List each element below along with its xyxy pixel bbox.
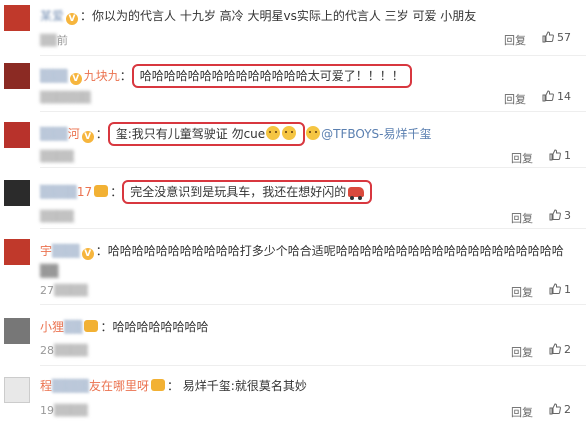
comment-line: ▒▒▒河 V：玺:我只有儿童驾驶证 勿cue @TFBOYS-易烊千玺 (40, 122, 432, 146)
like-count: 2 (564, 403, 571, 416)
like-button[interactable]: 14 (542, 90, 571, 103)
comment-item: 某爱 V ：你以为的代言人 十九岁 高冷 大明星vs实际上的代言人 三岁 可爱 小朋… (0, 0, 586, 55)
thumbs-up-icon (549, 403, 561, 415)
emoji-icon (266, 126, 281, 140)
comment-line: 某爱 V ：你以为的代言人 十九岁 高冷 大明星vs实际上的代言人 三岁 可爱 小朋… (40, 9, 477, 25)
comment-line: 宇▒▒▒ V ：哈哈哈哈哈哈哈哈哈哈哈打多少个哈合适呢哈哈哈哈哈哈哈哈哈哈哈哈哈哈哈… (40, 244, 564, 278)
crown-badge-icon (84, 320, 99, 332)
username-link[interactable]: 17 (77, 185, 92, 199)
highlighted-comment-text: 玺:我只有儿童驾驶证 勿cue (107, 122, 306, 146)
comment-time: ▒▒▒▒ (40, 210, 74, 223)
comment-item: 小狸▒▒ ：哈哈哈哈哈哈哈哈 28▒▒▒▒ 回复 2 (0, 305, 586, 365)
thumbs-up-icon (542, 31, 554, 43)
like-button[interactable]: 2 (549, 403, 571, 416)
car-emoji-icon (348, 187, 365, 200)
username-link[interactable]: 宇 (40, 244, 52, 258)
like-button[interactable]: 3 (549, 209, 571, 222)
reply-button[interactable]: 回复 (511, 210, 533, 226)
comment-time: 19▒▒▒▒ (40, 404, 88, 417)
avatar[interactable] (4, 377, 30, 403)
like-count: 2 (564, 343, 571, 356)
thumbs-up-icon (542, 90, 554, 102)
username-link[interactable]: 爱 (52, 9, 64, 23)
username-link[interactable]: 程 (40, 379, 52, 393)
username-link[interactable]: ▒▒▒ (40, 127, 68, 141)
like-button[interactable]: 1 (549, 283, 571, 296)
comment-line: 程▒▒▒▒友在哪里呀： 易烊千玺:就很莫名其妙 (40, 379, 307, 393)
avatar[interactable] (4, 318, 30, 344)
comment-item: ▒▒▒▒17：完全没意识到是玩具车，我还在想好闪的 ▒▒▒▒ 回复 3 (0, 168, 586, 228)
reply-button[interactable]: 回复 (511, 344, 533, 360)
comment-text: 哈哈哈哈哈哈哈哈 (112, 320, 209, 334)
crown-badge-icon (150, 379, 165, 391)
username-link[interactable]: ▒▒▒ (52, 244, 80, 258)
reply-button[interactable]: 回复 (511, 150, 533, 166)
reply-button[interactable]: 回复 (511, 284, 533, 300)
verified-icon: V (81, 248, 94, 260)
reply-button[interactable]: 回复 (504, 32, 526, 48)
comment-time: ▒▒▒▒▒▒ (40, 91, 91, 104)
comment-time: ▒▒▒▒ (40, 150, 74, 163)
username-link[interactable]: 友在哪里呀 (89, 379, 149, 393)
like-button[interactable]: 2 (549, 343, 571, 356)
like-count: 3 (564, 209, 571, 222)
verified-icon: V (69, 73, 82, 85)
username-link[interactable]: ▒▒▒ (40, 69, 68, 83)
comment-time: 28▒▒▒▒ (40, 344, 88, 357)
comment-line: ▒▒▒ V 九块九： 哈哈哈哈哈哈哈哈哈哈哈哈哈哈太可爱了！！！！ (40, 64, 412, 88)
emoji-icon (282, 126, 297, 140)
comment-line: ▒▒▒▒17：完全没意识到是玩具车，我还在想好闪的 (40, 180, 373, 204)
username-link[interactable]: ▒▒ (64, 320, 82, 334)
username-link[interactable]: 河 (68, 127, 80, 141)
comment-item: 程▒▒▒▒友在哪里呀： 易烊千玺:就很莫名其妙 19▒▒▒▒ 回复 2 (0, 366, 586, 425)
avatar[interactable] (4, 63, 30, 89)
comment-time: ▒▒前 (40, 34, 68, 47)
highlighted-comment-text: 完全没意识到是玩具车，我还在想好闪的 (122, 180, 373, 204)
comment-item: ▒▒▒ V 九块九： 哈哈哈哈哈哈哈哈哈哈哈哈哈哈太可爱了！！！！ ▒▒▒▒▒▒ 回复… (0, 56, 586, 111)
comment-line: 小狸▒▒ ：哈哈哈哈哈哈哈哈 (40, 320, 209, 334)
thumbs-up-icon (549, 343, 561, 355)
like-count: 1 (564, 283, 571, 296)
username-link[interactable]: ▒▒▒▒ (40, 185, 77, 199)
emoji-icon (306, 126, 321, 140)
comment-item: ▒▒▒河 V：玺:我只有儿童驾驶证 勿cue @TFBOYS-易烊千玺 ▒▒▒▒ 回… (0, 112, 586, 167)
comment-time: 27▒▒▒▒ (40, 284, 88, 297)
comment-text: 你以为的代言人 十九岁 高冷 大明星vs实际上的代言人 三岁 可爱 小朋友 (92, 9, 477, 23)
like-button[interactable]: 1 (549, 149, 571, 162)
thumbs-up-icon (549, 283, 561, 295)
like-count: 1 (564, 149, 571, 162)
username-link[interactable]: 小狸 (40, 320, 64, 334)
thumbs-up-icon (549, 209, 561, 221)
highlighted-comment-text: 哈哈哈哈哈哈哈哈哈哈哈哈哈哈太可爱了！！！！ (131, 64, 412, 88)
verified-icon: V (81, 131, 94, 143)
like-count: 57 (557, 31, 571, 44)
mention-link[interactable]: @TFBOYS-易烊千玺 (321, 127, 431, 141)
reply-button[interactable]: 回复 (511, 404, 533, 420)
avatar[interactable] (4, 5, 30, 31)
comment-text: 哈哈哈哈哈哈哈哈哈哈哈打多少个哈合适呢哈哈哈哈哈哈哈哈哈哈哈哈哈哈哈哈哈哈哈 (107, 244, 564, 258)
crown-badge-icon (94, 185, 109, 197)
comment-item: 宇▒▒▒ V ：哈哈哈哈哈哈哈哈哈哈哈打多少个哈合适呢哈哈哈哈哈哈哈哈哈哈哈哈哈哈哈… (0, 229, 586, 304)
username-link[interactable]: 某 (40, 9, 52, 23)
like-button[interactable]: 57 (542, 31, 571, 44)
verified-icon: V (66, 13, 79, 25)
username-link[interactable]: 九块九 (84, 69, 120, 83)
reply-button[interactable]: 回复 (504, 91, 526, 107)
like-count: 14 (557, 90, 571, 103)
comment-text: 易烊千玺:就很莫名其妙 (182, 379, 307, 393)
thumbs-up-icon (549, 149, 561, 161)
username-link[interactable]: ▒▒▒▒ (52, 379, 89, 393)
avatar[interactable] (4, 239, 30, 265)
avatar[interactable] (4, 180, 30, 206)
avatar[interactable] (4, 122, 30, 148)
